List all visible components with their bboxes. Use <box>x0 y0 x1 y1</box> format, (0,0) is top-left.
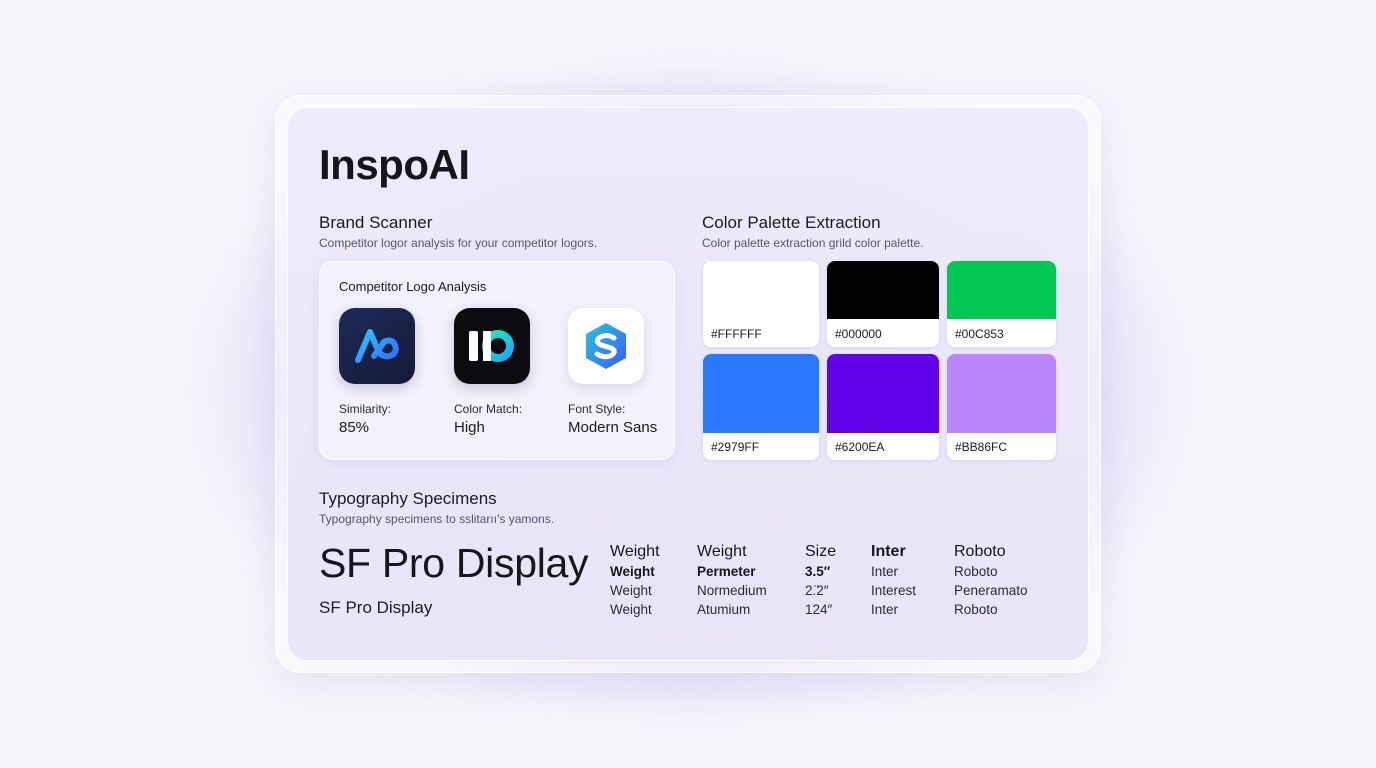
spec-cell: Permeter <box>697 564 756 579</box>
swatch-hex: #6200EA <box>835 440 885 454</box>
specimen-medium: SF Pro Display <box>319 598 433 617</box>
spec-cell: 2.̈2″ <box>805 583 829 598</box>
io-logo-icon[interactable] <box>454 308 530 384</box>
color-swatch[interactable]: #BB86FC <box>947 354 1056 460</box>
font-style-label: Font Style: <box>568 402 626 416</box>
swatch-fill <box>947 261 1056 319</box>
font-style-value: Modern Sans <box>568 419 658 436</box>
app-title: InspoAI <box>319 141 470 188</box>
color-swatch[interactable]: #6200EA <box>827 354 939 460</box>
spec-cell: Atumium <box>697 602 751 617</box>
color-swatch[interactable]: #FFFFFF <box>703 261 819 347</box>
specimen-large: SF Pro Display <box>319 540 589 586</box>
spec-cell: Weight <box>610 602 652 617</box>
spec-column-header: Weight <box>697 543 747 560</box>
swatch-hex: #000000 <box>835 327 882 341</box>
color-palette-title: Color Palette Extraction <box>702 213 881 232</box>
similarity-value: 85% <box>339 419 370 436</box>
spec-cell: Roboto <box>954 602 998 617</box>
brand-scanner-title: Brand Scanner <box>319 213 433 232</box>
spec-cell: Inter <box>871 564 899 579</box>
competitor-logo-panel-title: Competitor Logo Analysis <box>339 279 487 294</box>
spec-column-header: Weight <box>610 543 660 560</box>
spec-column-header: Inter <box>871 543 906 560</box>
spec-column: Size 3.5″ 2.̈2″ 124″ <box>805 542 836 619</box>
similarity-label: Similarity: <box>339 402 392 416</box>
color-palette-subtitle: Color palette extraction grild color pal… <box>702 236 924 250</box>
swatch-hex: #2979FF <box>711 440 760 454</box>
brand-scanner-subtitle: Competitor logor analysis for your compe… <box>319 236 598 250</box>
spec-column-header: Size <box>805 543 837 560</box>
swatch-fill <box>827 261 939 319</box>
color-swatch[interactable]: #2979FF <box>703 354 819 460</box>
spec-cell: 3.5″ <box>805 564 831 579</box>
swatch-fill <box>703 354 819 433</box>
color-swatch[interactable]: #000000 <box>827 261 939 347</box>
spec-cell: Inter <box>871 602 899 617</box>
spec-cell: Weight <box>610 583 652 598</box>
typography-title: Typography Specimens <box>319 489 497 508</box>
color-match-label: Color Match: <box>454 402 523 416</box>
spec-column-header: Roboto <box>954 543 1006 560</box>
typography-subtitle: Typography specimens to sslitarıı's yamo… <box>319 512 555 526</box>
spec-column: Weight Weight Weight Weight <box>610 542 660 619</box>
swatch-fill <box>827 354 939 433</box>
swatch-hex: #00C853 <box>955 327 1004 341</box>
swatch-fill <box>703 261 819 319</box>
swatch-hex: #BB86FC <box>955 440 1008 454</box>
spec-cell: Roboto <box>954 564 998 579</box>
spec-column: Roboto Roboto Peneramato Roboto <box>954 542 1028 619</box>
color-match-value: High <box>454 419 485 436</box>
spec-cell: 124″ <box>805 602 833 617</box>
color-swatch[interactable]: #00C853 <box>947 261 1056 347</box>
spec-cell: Weight <box>610 564 655 579</box>
spec-column: Weight Permeter Normedium Atumium <box>697 542 767 619</box>
swatch-fill <box>947 354 1056 433</box>
spec-cell: Normedium <box>697 583 767 598</box>
spec-column: Inter Inter Interest Inter <box>871 542 916 619</box>
swatch-hex: #FFFFFF <box>711 327 762 341</box>
stylized-a-logo-icon[interactable] <box>339 308 415 384</box>
spec-cell: Peneramato <box>954 583 1028 598</box>
spec-cell: Interest <box>871 583 917 598</box>
hexagon-s-logo-icon[interactable] <box>568 308 644 384</box>
